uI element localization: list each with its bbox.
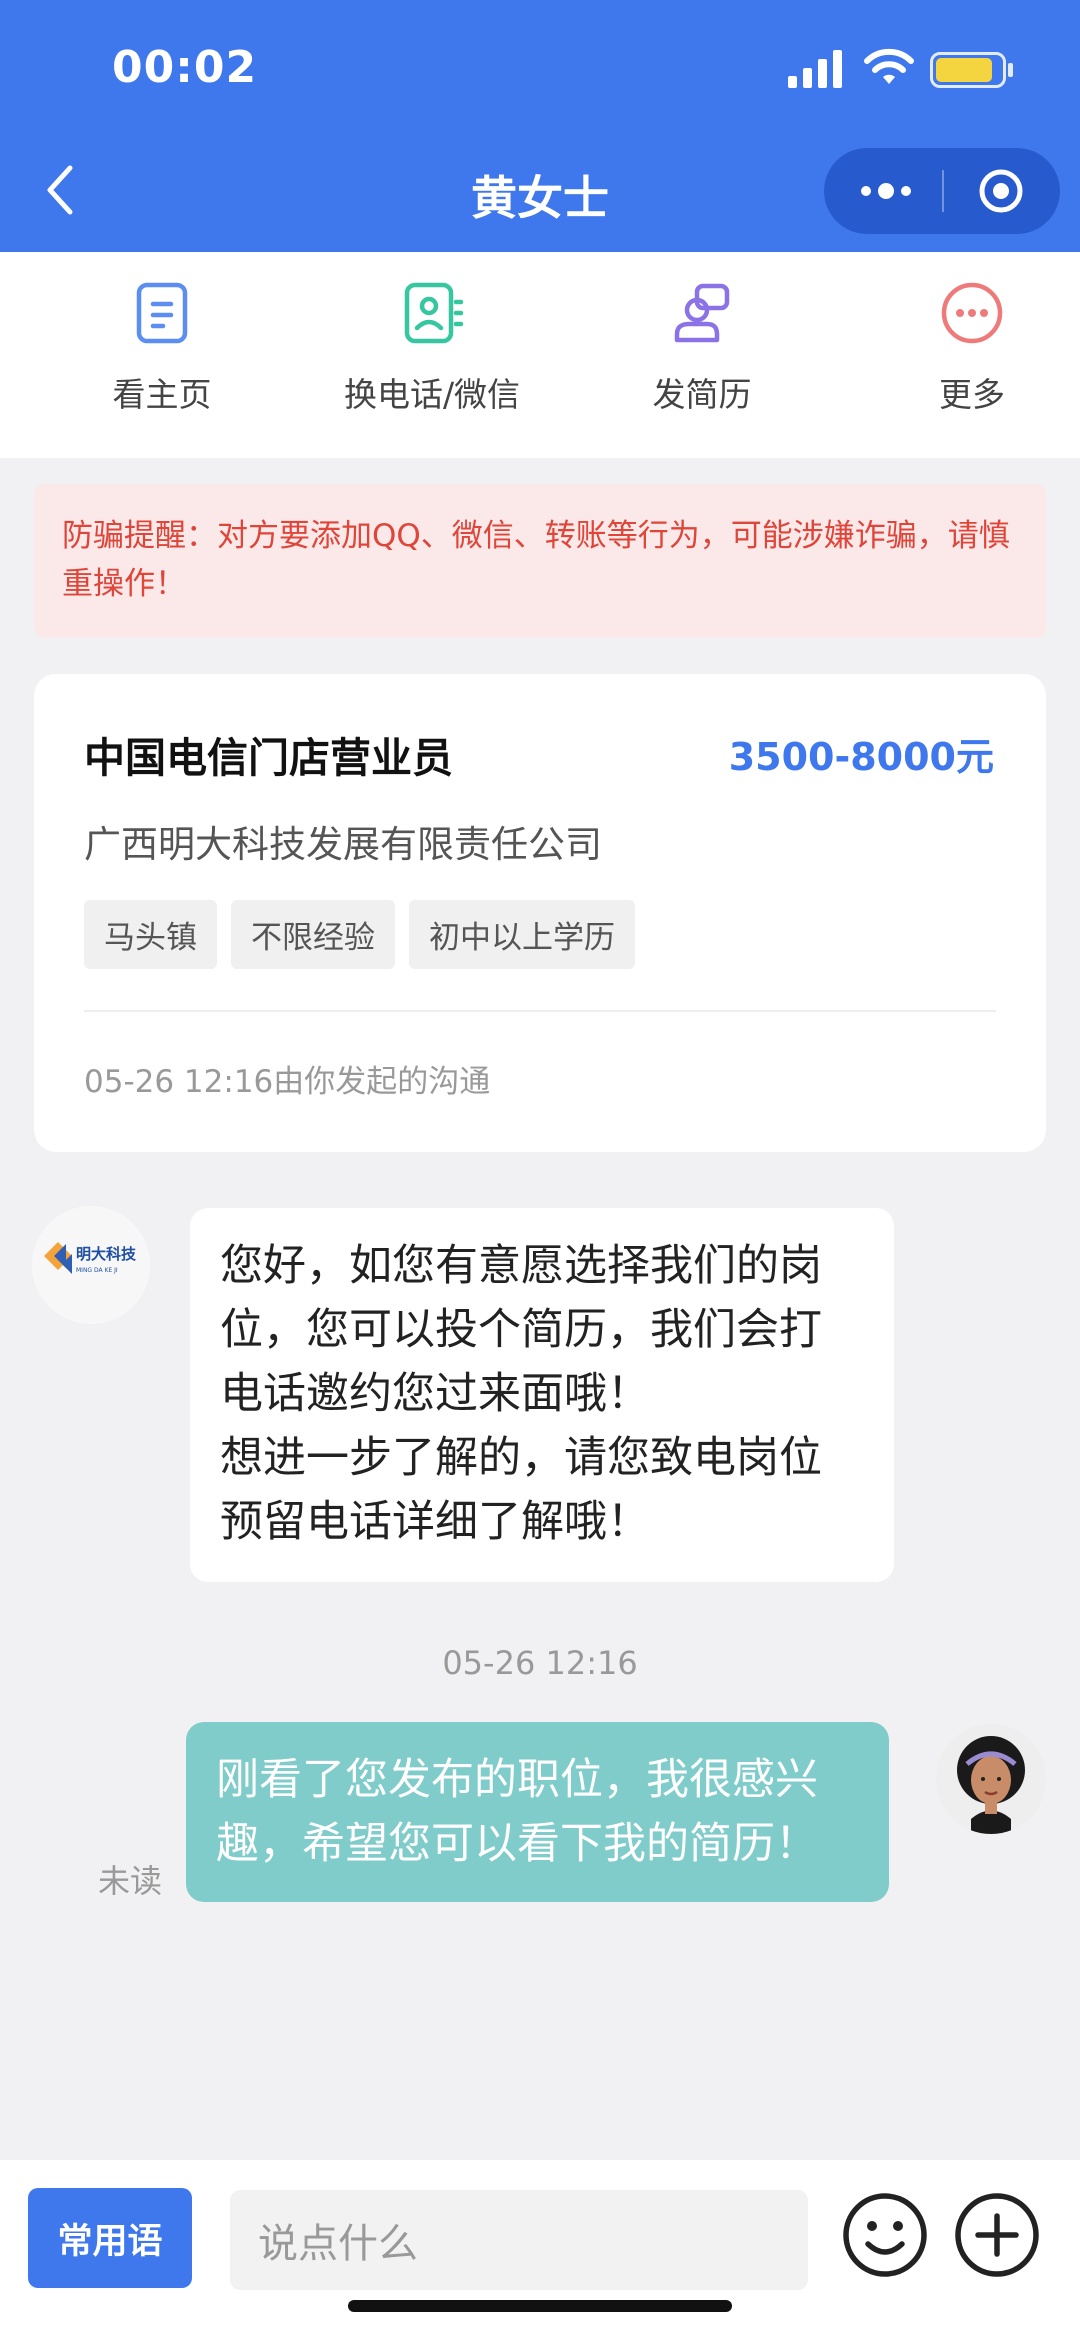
header: 00:02 黄女士 — [0, 0, 1080, 252]
message-input[interactable]: 说点什么 — [230, 2190, 808, 2290]
more-circle-icon — [941, 282, 1003, 344]
message-timestamp: 05-26 12:16 — [442, 1644, 638, 1682]
plus-icon[interactable] — [952, 2190, 1042, 2280]
more-dots-icon[interactable] — [856, 168, 916, 214]
company-logo-avatar[interactable]: 明大科技 MING DA KE JI — [32, 1206, 150, 1324]
send-resume-icon — [674, 283, 730, 343]
message-text: 想进一步了解的，请您致电岗位预留电话详细了解哦！ — [220, 1433, 822, 1547]
outgoing-message-bubble[interactable]: 刚看了您发布的职位，我很感兴趣，希望您可以看下我的简历！ — [186, 1722, 889, 1902]
job-company: 广西明大科技发展有限责任公司 — [84, 823, 602, 866]
common-phrases-button[interactable]: 常用语 — [28, 2188, 192, 2288]
job-card[interactable]: 中国电信门店营业员 3500-8000元 广西明大科技发展有限责任公司 马头镇 … — [34, 674, 1046, 1152]
contact-card-icon — [404, 282, 464, 344]
action-bar: 看主页 换电话/微信 发简历 更多 — [0, 252, 1080, 458]
job-salary: 3500-8000元 — [728, 735, 994, 779]
message-text: 您好，如您有意愿选择我们的岗位，您可以投个简历，我们会打电话邀约您过来面哦！ — [220, 1241, 822, 1419]
action-label: 换电话/微信 — [343, 375, 521, 414]
divider — [84, 1010, 996, 1012]
incoming-message-bubble[interactable]: 您好，如您有意愿选择我们的岗位，您可以投个简历，我们会打电话邀约您过来面哦！ 想… — [190, 1208, 894, 1582]
close-target-icon[interactable] — [976, 166, 1026, 216]
job-tag: 初中以上学历 — [409, 900, 635, 969]
company-logo-subtext: MING DA KE JI — [76, 1267, 118, 1274]
document-icon — [136, 282, 188, 344]
status-time: 00:02 — [112, 42, 258, 93]
view-homepage-button[interactable]: 看主页 — [27, 280, 297, 416]
cellular-signal-icon — [788, 50, 842, 88]
miniprogram-capsule — [824, 148, 1060, 234]
action-label: 发简历 — [652, 375, 752, 414]
exchange-contact-button[interactable]: 换电话/微信 — [297, 280, 567, 416]
message-text: 刚看了您发布的职位，我很感兴趣，希望您可以看下我的简历！ — [216, 1755, 818, 1869]
fraud-warning: 防骗提醒：对方要添加QQ、微信、转账等行为，可能涉嫌诈骗，请慎重操作！ — [34, 484, 1046, 638]
home-indicator — [348, 2300, 732, 2312]
job-tags: 马头镇 不限经验 初中以上学历 — [84, 900, 635, 969]
job-tag: 不限经验 — [231, 900, 395, 969]
more-button[interactable]: 更多 — [837, 280, 1080, 416]
wifi-icon — [864, 48, 914, 84]
company-logo-text: 明大科技 — [76, 1245, 137, 1263]
chat-start-meta: 05-26 12:16由你发起的沟通 — [84, 1064, 491, 1100]
unread-status: 未读 — [98, 1862, 163, 1900]
job-tag: 马头镇 — [84, 900, 217, 969]
emoji-icon[interactable] — [840, 2190, 930, 2280]
action-label: 看主页 — [112, 375, 212, 414]
battery-icon — [930, 52, 1006, 88]
user-avatar[interactable] — [936, 1724, 1046, 1834]
action-label: 更多 — [939, 375, 1005, 414]
job-title: 中国电信门店营业员 — [84, 734, 453, 782]
send-resume-button[interactable]: 发简历 — [567, 280, 837, 416]
